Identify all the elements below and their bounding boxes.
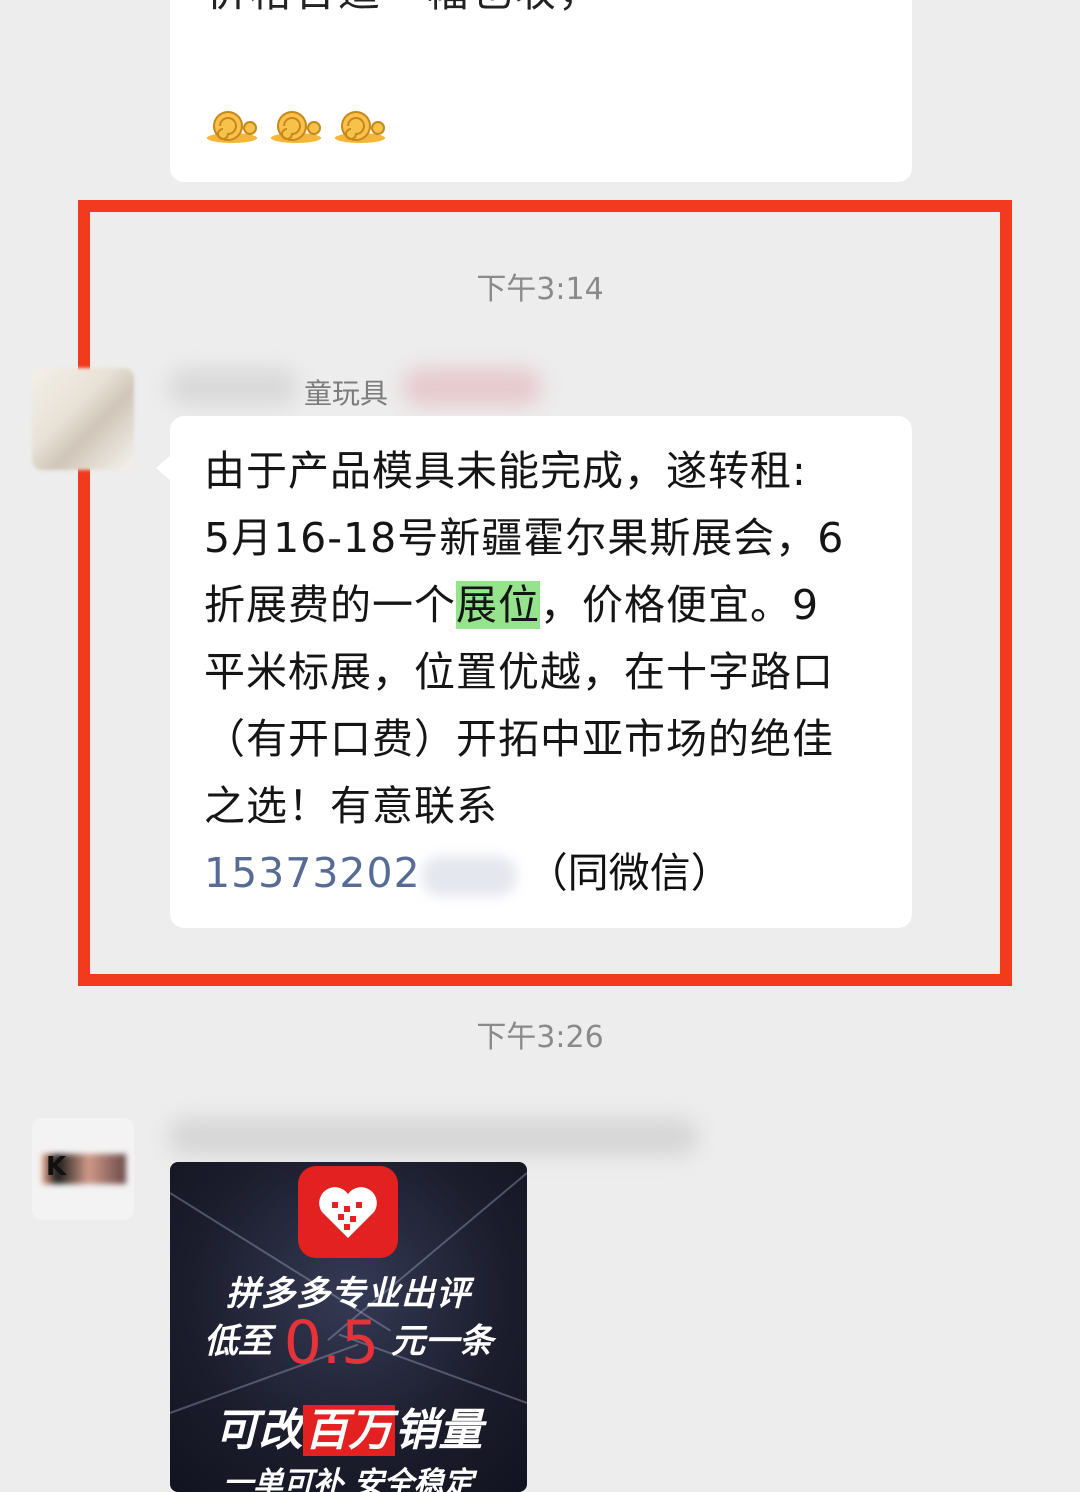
keyword-highlight[interactable]: 展位 — [456, 581, 540, 629]
message-text-line: 之选！有意联系 — [204, 782, 498, 830]
message-bubble-previous[interactable]: 价格合适一幅也收， — [170, 0, 912, 182]
sender-name: 童玩具 — [304, 377, 389, 410]
ad-sales-prefix: 可改 — [214, 1405, 303, 1456]
message-bubble[interactable]: 由于产品模具未能完成，遂转租: 5月16-18号新疆霍尔果斯展会，6 折展费的一… — [156, 416, 912, 928]
phone-number-link[interactable]: 15373202 — [204, 849, 421, 897]
message-text-cut: 价格合适一幅也收， — [206, 0, 602, 13]
message-text-line: 平米标展，位置优越，在十字路口 — [204, 648, 834, 696]
emoji-row — [202, 108, 386, 144]
ad-sales-suffix: 销量 — [394, 1405, 483, 1456]
message-text-line: （有开口费）开拓中亚市场的绝佳 — [204, 715, 834, 763]
message-text-segment: 折展费的一个 — [204, 581, 456, 629]
pinduoduo-logo-icon — [298, 1166, 398, 1258]
avatar-logo-letter: K — [46, 1152, 67, 1182]
snail-emoji-icon — [271, 111, 321, 143]
message-text-line: 5月16-18号新疆霍尔果斯展会，6 — [204, 514, 845, 562]
message-text-line: 由于产品模具未能完成，遂转租: — [204, 447, 807, 495]
blurred-phone-digits — [420, 856, 517, 896]
image-message[interactable]: 拼多多专业出评 低至 0.5 元一条 可改百万销量 一单可补 安全稳定 — [170, 1162, 527, 1492]
ad-sales-line: 可改百万销量 — [170, 1394, 527, 1458]
avatar[interactable]: K — [32, 1118, 134, 1220]
phone-line: 15373202 （同微信） — [204, 840, 878, 907]
timestamp: 下午3:26 — [476, 1020, 604, 1055]
avatar[interactable] — [32, 368, 134, 470]
message-text-line: 折展费的一个展位，价格便宜。9 — [204, 572, 878, 639]
ad-price-number: 0.5 — [283, 1308, 380, 1378]
blurred-sender-name — [168, 1118, 698, 1156]
ad-bottom-line: 一单可补 安全稳定 — [223, 1466, 474, 1492]
ad-sales-highlight: 百万 — [302, 1405, 395, 1456]
snail-emoji-icon — [335, 111, 385, 143]
timestamp: 下午3:14 — [476, 272, 604, 307]
phone-suffix: （同微信） — [526, 849, 732, 897]
blurred-name-part — [402, 368, 542, 406]
message-text-segment: ，价格便宜。9 — [540, 581, 820, 629]
snail-emoji-icon — [207, 111, 257, 143]
ad-price-line: 低至 0.5 元一条 — [170, 1308, 527, 1378]
blurred-name-part — [168, 368, 298, 406]
heart-icon — [319, 1187, 377, 1238]
ad-price-prefix: 低至 — [203, 1321, 272, 1362]
ad-price-suffix: 元一条 — [391, 1321, 494, 1362]
